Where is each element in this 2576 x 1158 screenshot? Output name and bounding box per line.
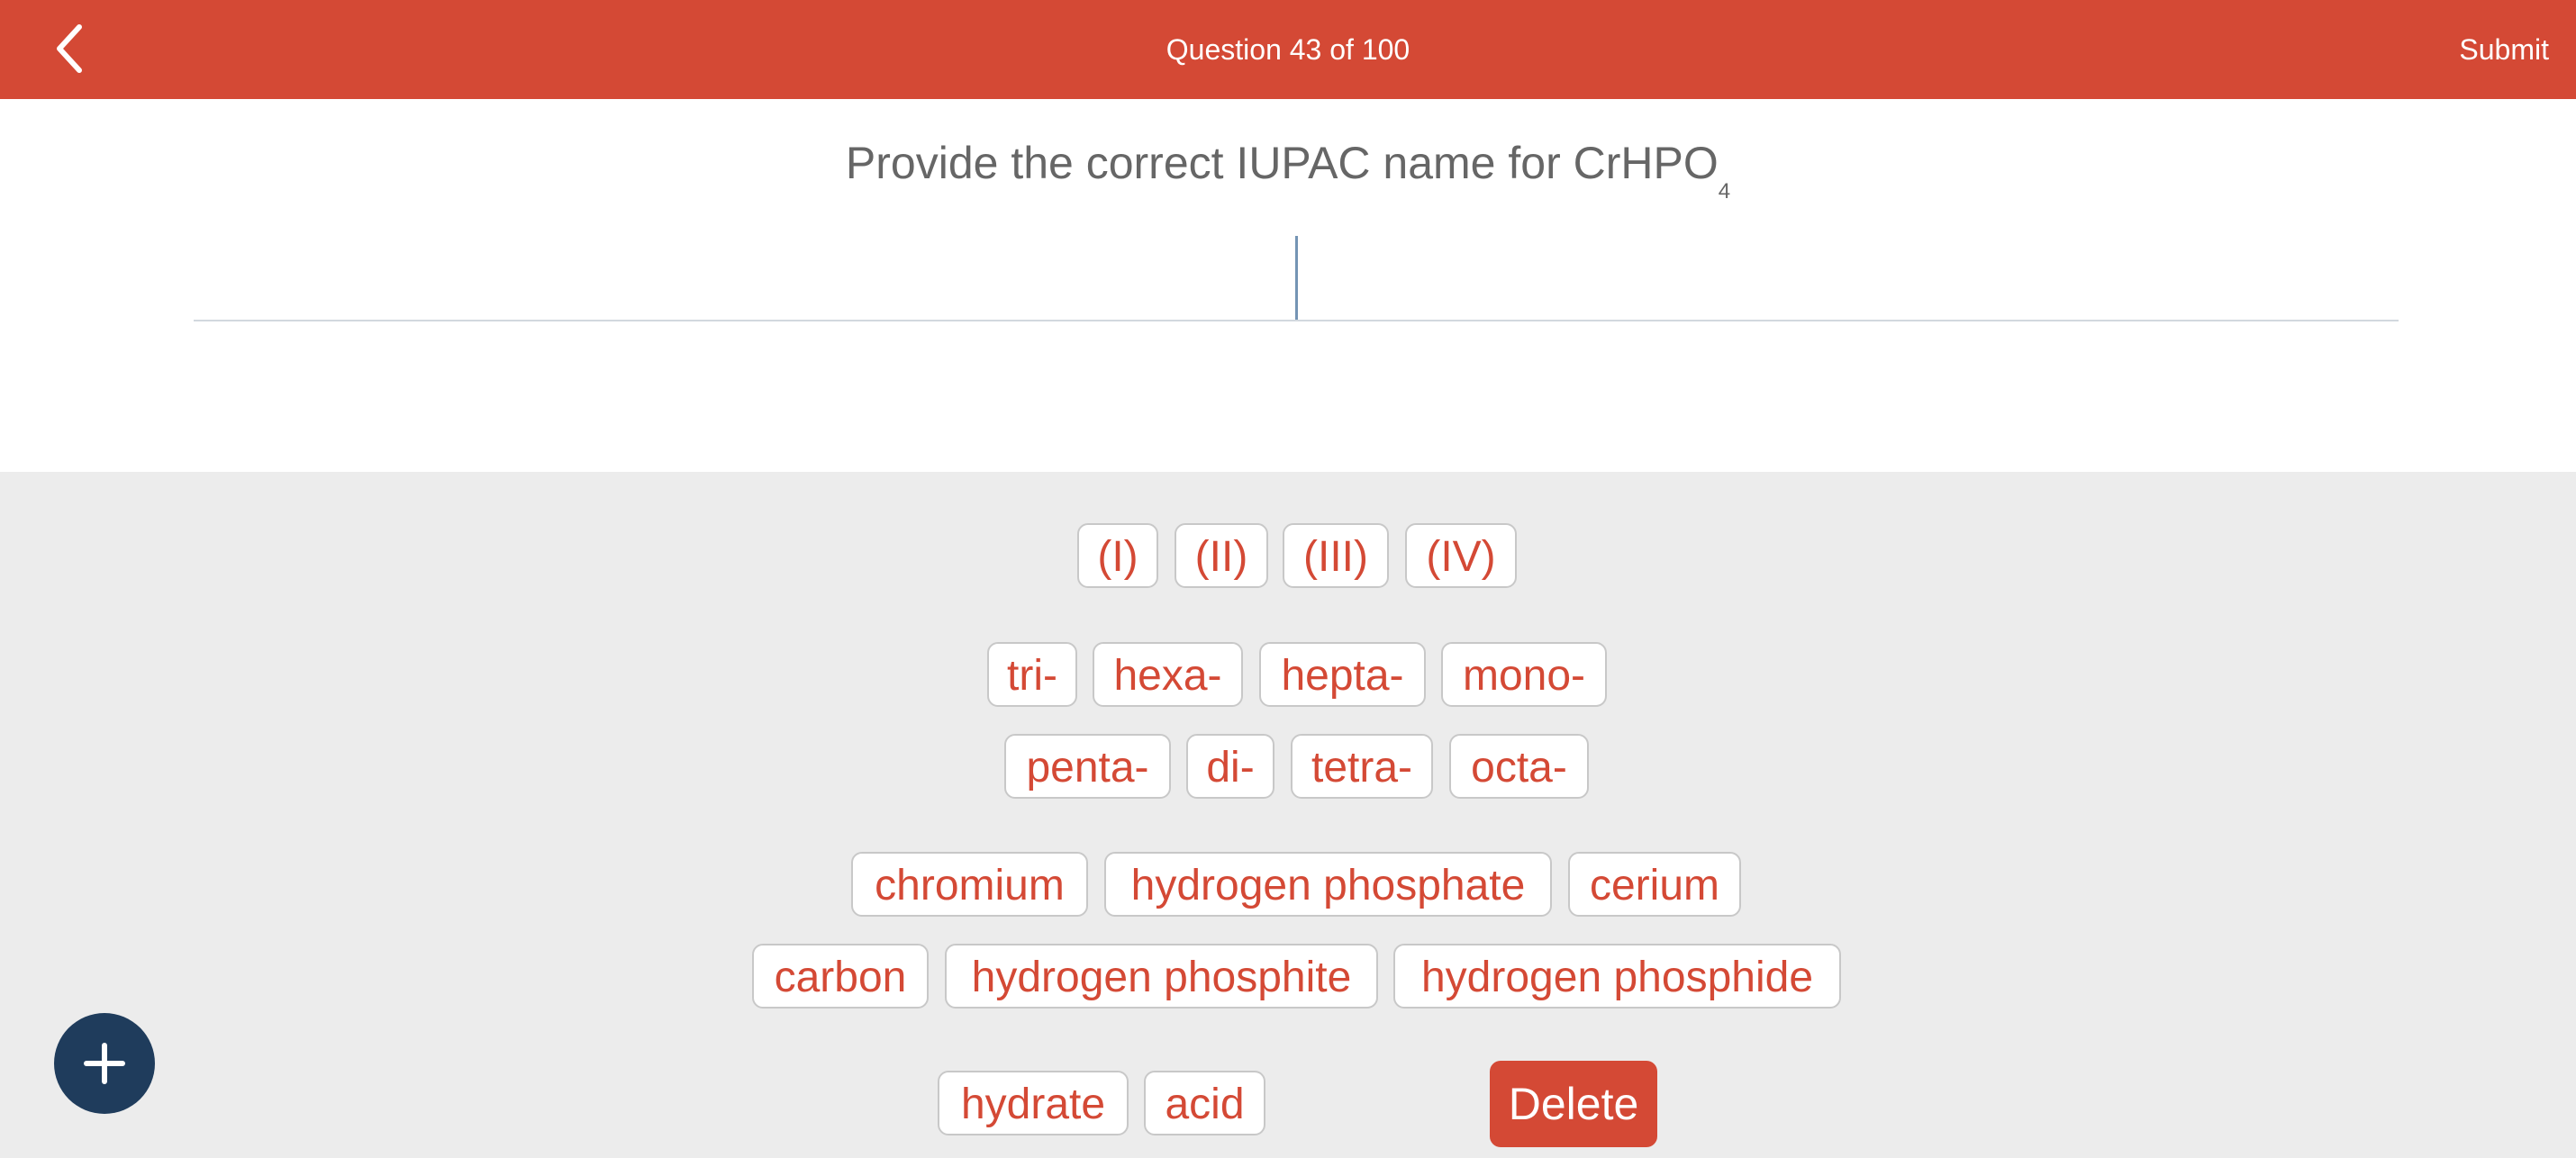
token-prefix-penta[interactable]: penta-: [1004, 734, 1171, 799]
top-bar: Question 43 of 100 Submit: [0, 0, 2576, 99]
delete-button[interactable]: Delete: [1490, 1061, 1657, 1147]
token-roman-1[interactable]: (I): [1077, 523, 1158, 588]
token-cerium[interactable]: cerium: [1568, 852, 1741, 917]
question-panel: Provide the correct IUPAC name for CrHPO…: [0, 99, 2576, 472]
add-button[interactable]: [54, 1013, 155, 1114]
token-hydrate[interactable]: hydrate: [938, 1071, 1129, 1135]
token-prefix-tetra[interactable]: tetra-: [1291, 734, 1433, 799]
token-chromium[interactable]: chromium: [851, 852, 1088, 917]
token-carbon[interactable]: carbon: [752, 944, 929, 1009]
answer-cursor: [1295, 236, 1298, 321]
token-prefix-hepta[interactable]: hepta-: [1259, 642, 1426, 707]
plus-icon: [84, 1043, 125, 1084]
formula-subscript: 4: [1718, 179, 1731, 204]
token-prefix-tri[interactable]: tri-: [987, 642, 1077, 707]
token-roman-2[interactable]: (II): [1175, 523, 1268, 588]
token-acid[interactable]: acid: [1144, 1071, 1265, 1135]
token-prefix-hexa[interactable]: hexa-: [1093, 642, 1243, 707]
token-hydrogen-phosphide[interactable]: hydrogen phosphide: [1393, 944, 1841, 1009]
question-prompt: Provide the correct IUPAC name for CrHPO…: [0, 137, 2576, 204]
token-prefix-di[interactable]: di-: [1186, 734, 1274, 799]
token-hydrogen-phosphate[interactable]: hydrogen phosphate: [1104, 852, 1552, 917]
answer-field[interactable]: [194, 320, 2399, 321]
token-hydrogen-phosphite[interactable]: hydrogen phosphite: [945, 944, 1378, 1009]
token-prefix-mono[interactable]: mono-: [1441, 642, 1607, 707]
token-roman-4[interactable]: (IV): [1405, 523, 1517, 588]
question-counter: Question 43 of 100: [1166, 33, 1410, 66]
token-prefix-octa[interactable]: octa-: [1449, 734, 1589, 799]
submit-button[interactable]: Submit: [2459, 0, 2549, 99]
token-roman-3[interactable]: (III): [1283, 523, 1389, 588]
question-prompt-text: Provide the correct IUPAC name for CrHPO: [845, 138, 1719, 188]
